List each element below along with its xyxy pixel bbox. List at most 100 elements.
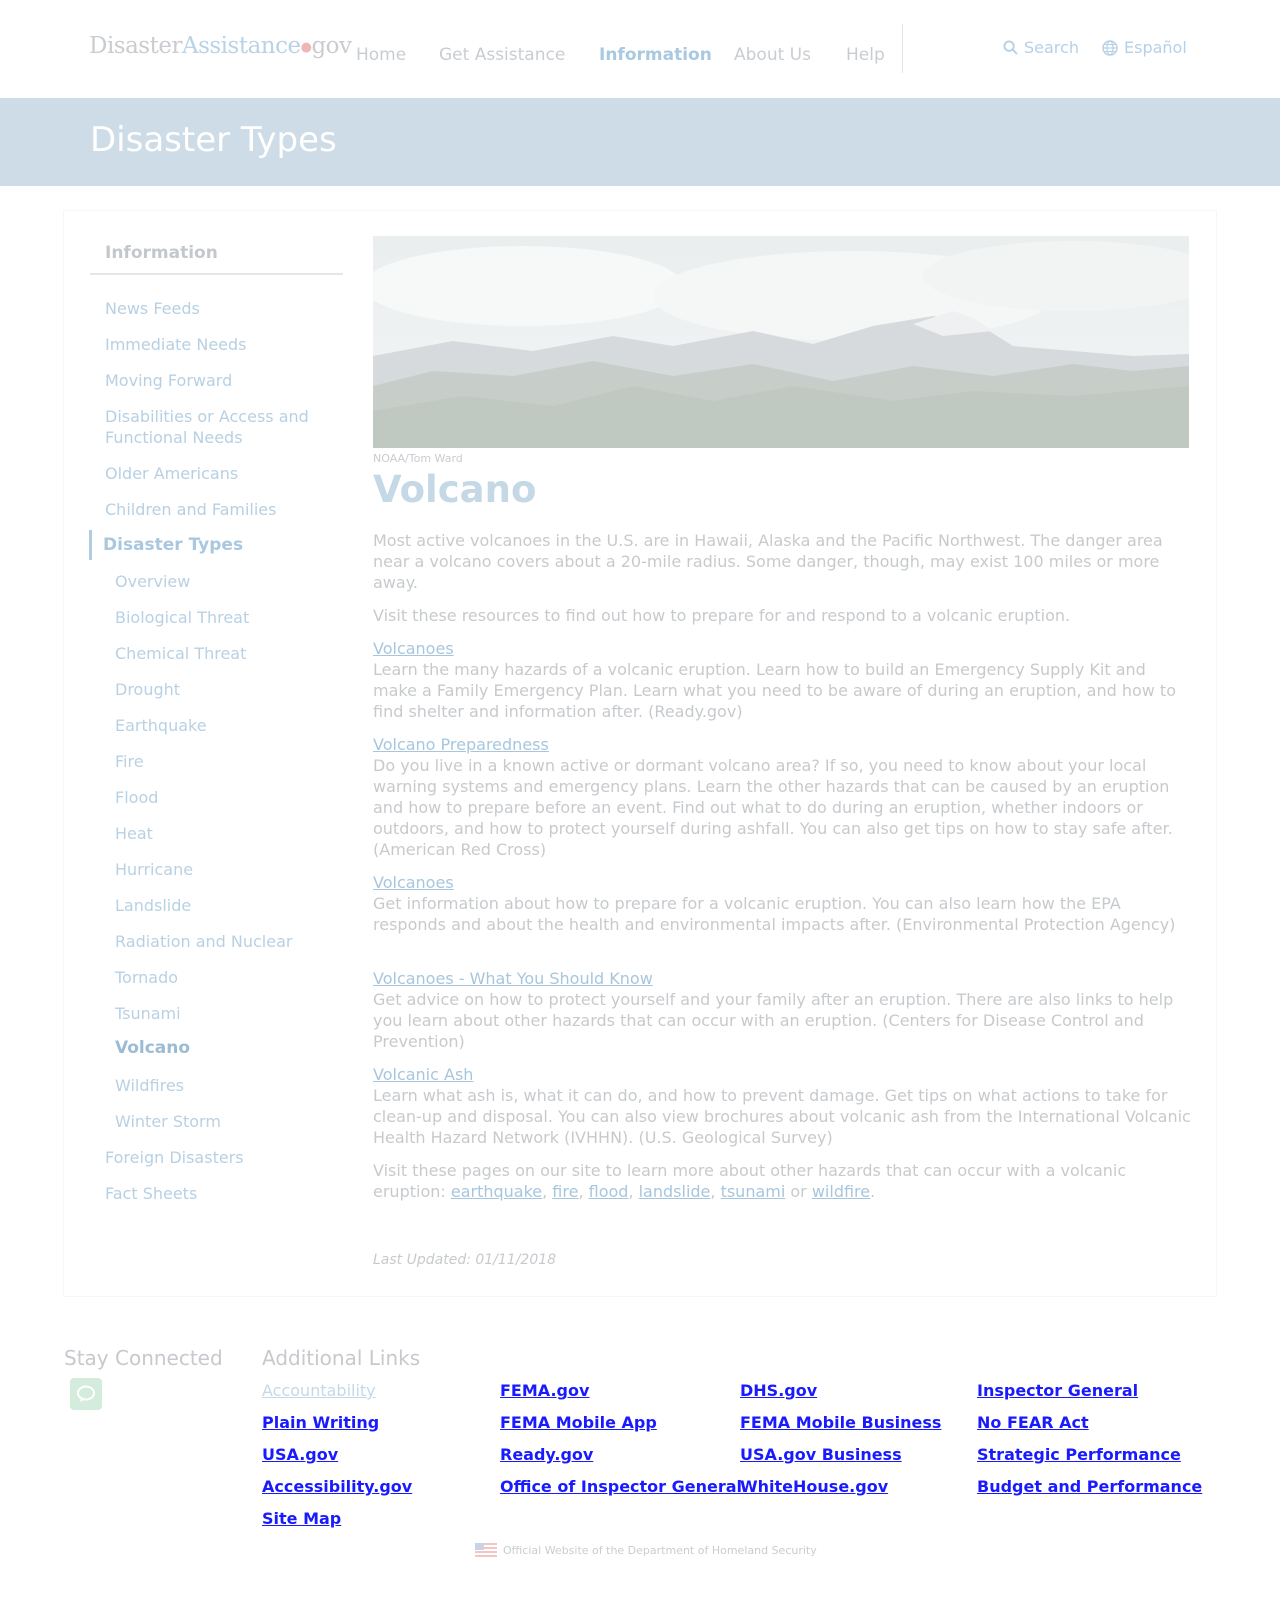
footer-link-office-inspector-general[interactable]: Office of Inspector General <box>500 1477 742 1496</box>
page-title: Disaster Types <box>90 120 337 160</box>
sidebar-item-disaster-types[interactable]: Disaster Types <box>103 535 333 556</box>
separator: , <box>628 1182 639 1201</box>
last-updated: Last Updated: 01/11/2018 <box>373 1252 557 1268</box>
hero-image <box>373 236 1189 448</box>
sidebar-item-immediate-needs[interactable]: Immediate Needs <box>105 334 335 355</box>
resource-link-volcanic-ash[interactable]: Volcanic Ash <box>373 1065 473 1084</box>
logo-text-gov: gov <box>311 33 352 59</box>
footer-link-fema-gov[interactable]: FEMA.gov <box>500 1381 589 1400</box>
official-website-notice: Official Website of the Department of Ho… <box>475 1543 817 1557</box>
sidebar-item-news-feeds[interactable]: News Feeds <box>105 298 335 319</box>
sidebar-active-indicator <box>89 530 92 560</box>
logo-text-disaster: Disaster <box>89 33 182 59</box>
sidebar-item-disabilities[interactable]: Disabilities or Access and Functional Ne… <box>105 406 330 448</box>
us-flag-icon <box>475 1543 497 1557</box>
page-banner: Disaster Types <box>0 98 1280 186</box>
sidebar-subitem-volcano[interactable]: Volcano <box>115 1038 345 1059</box>
resource-item: Volcanoes Learn the many hazards of a vo… <box>373 638 1193 722</box>
footer-link-inspector-general[interactable]: Inspector General <box>977 1381 1138 1400</box>
language-toggle[interactable]: Español <box>1102 38 1187 57</box>
nav-home[interactable]: Home <box>356 45 406 65</box>
search-label: Search <box>1024 38 1079 57</box>
footer-link-usa-gov-business[interactable]: USA.gov Business <box>740 1445 902 1464</box>
resource-description: Learn what ash is, what it can do, and h… <box>373 1086 1191 1147</box>
resource-link-epa-volcanoes[interactable]: Volcanoes <box>373 873 454 892</box>
official-website-text: Official Website of the Department of Ho… <box>503 1543 817 1557</box>
site-logo[interactable]: DisasterAssistance●gov <box>89 33 352 59</box>
logo-text-assistance: Assistance <box>181 33 301 59</box>
logo-dot: ● <box>300 40 312 55</box>
intro-paragraph: Most active volcanoes in the U.S. are in… <box>373 531 1163 592</box>
link-earthquake[interactable]: earthquake <box>451 1182 542 1201</box>
sidebar-subitem-flood[interactable]: Flood <box>115 787 345 808</box>
footer-link-strategic-performance[interactable]: Strategic Performance <box>977 1445 1181 1464</box>
nav-help[interactable]: Help <box>846 45 885 65</box>
footer-link-fema-mobile-app[interactable]: FEMA Mobile App <box>500 1413 657 1432</box>
closing-paragraph: Visit these pages on our site to learn m… <box>373 1160 1193 1202</box>
nav-get-assistance[interactable]: Get Assistance <box>439 45 565 65</box>
sidebar-subitem-earthquake[interactable]: Earthquake <box>115 715 345 736</box>
article-title: Volcano <box>373 468 537 511</box>
period: . <box>870 1182 876 1201</box>
link-wildfire[interactable]: wildfire <box>812 1182 870 1201</box>
sidebar-item-children-families[interactable]: Children and Families <box>105 499 335 520</box>
sidebar-divider <box>90 273 343 275</box>
search-icon <box>1003 40 1018 55</box>
footer-link-whitehouse-gov[interactable]: WhiteHouse.gov <box>740 1477 888 1496</box>
sidebar-subitem-radiation-nuclear[interactable]: Radiation and Nuclear <box>115 931 345 952</box>
link-fire[interactable]: fire <box>552 1182 578 1201</box>
sidebar-subitem-hurricane[interactable]: Hurricane <box>115 859 345 880</box>
footer-link-no-fear-act[interactable]: No FEAR Act <box>977 1413 1089 1432</box>
resource-description: Get information about how to prepare for… <box>373 894 1176 934</box>
visit-paragraph: Visit these resources to find out how to… <box>373 606 1071 625</box>
sidebar-subitem-tsunami[interactable]: Tsunami <box>115 1003 345 1024</box>
nav-information[interactable]: Information <box>599 45 712 65</box>
resource-link-volcano-preparedness[interactable]: Volcano Preparedness <box>373 735 549 754</box>
footer-link-ready-gov[interactable]: Ready.gov <box>500 1445 593 1464</box>
sidebar-item-fact-sheets[interactable]: Fact Sheets <box>105 1183 335 1204</box>
chat-icon[interactable] <box>70 1378 102 1410</box>
footer-link-budget-performance[interactable]: Budget and Performance <box>977 1477 1202 1496</box>
resource-description: Get advice on how to protect yourself an… <box>373 990 1174 1051</box>
sidebar-subitem-wildfires[interactable]: Wildfires <box>115 1075 345 1096</box>
sidebar-item-older-americans[interactable]: Older Americans <box>105 463 335 484</box>
link-landslide[interactable]: landslide <box>639 1182 711 1201</box>
volcano-mountain-image <box>373 236 1189 448</box>
link-tsunami[interactable]: tsunami <box>721 1182 786 1201</box>
footer-link-plain-writing[interactable]: Plain Writing <box>262 1413 379 1432</box>
footer-link-usa-gov[interactable]: USA.gov <box>262 1445 338 1464</box>
sidebar-item-foreign-disasters[interactable]: Foreign Disasters <box>105 1147 335 1168</box>
resource-description: Learn the many hazards of a volcanic eru… <box>373 660 1176 721</box>
sidebar-subitem-heat[interactable]: Heat <box>115 823 345 844</box>
sidebar-title: Information <box>105 243 218 263</box>
site-header: DisasterAssistance●gov Home Get Assistan… <box>0 0 1280 98</box>
sidebar-subitem-chemical-threat[interactable]: Chemical Threat <box>115 643 345 664</box>
nav-about-us[interactable]: About Us <box>734 45 811 65</box>
stay-connected-heading: Stay Connected <box>64 1346 223 1370</box>
separator: , <box>542 1182 553 1201</box>
sidebar-subitem-drought[interactable]: Drought <box>115 679 345 700</box>
resource-item: Volcanic Ash Learn what ash is, what it … <box>373 1064 1193 1148</box>
additional-links-heading: Additional Links <box>262 1346 421 1370</box>
footer-link-accountability[interactable]: Accountability <box>262 1381 376 1400</box>
footer-link-site-map[interactable]: Site Map <box>262 1509 341 1528</box>
globe-icon <box>1102 39 1118 56</box>
footer-link-fema-mobile-business[interactable]: FEMA Mobile Business <box>740 1413 941 1432</box>
link-flood[interactable]: flood <box>589 1182 629 1201</box>
resource-item: Volcano Preparedness Do you live in a kn… <box>373 734 1193 860</box>
sidebar-subitem-overview[interactable]: Overview <box>115 571 345 592</box>
resource-link-ready-volcanoes[interactable]: Volcanoes <box>373 639 454 658</box>
separator: , <box>710 1182 721 1201</box>
sidebar-item-moving-forward[interactable]: Moving Forward <box>105 370 335 391</box>
sidebar-subitem-landslide[interactable]: Landslide <box>115 895 345 916</box>
resource-link-cdc-volcanoes[interactable]: Volcanoes - What You Should Know <box>373 969 653 988</box>
sidebar-subitem-fire[interactable]: Fire <box>115 751 345 772</box>
search-link[interactable]: Search <box>1003 38 1079 57</box>
sidebar-subitem-winter-storm[interactable]: Winter Storm <box>115 1111 345 1132</box>
sidebar-subitem-tornado[interactable]: Tornado <box>115 967 345 988</box>
footer-link-accessibility-gov[interactable]: Accessibility.gov <box>262 1477 412 1496</box>
footer-link-dhs-gov[interactable]: DHS.gov <box>740 1381 817 1400</box>
separator: or <box>785 1182 812 1201</box>
resource-description: Do you live in a known active or dormant… <box>373 756 1173 859</box>
sidebar-subitem-biological-threat[interactable]: Biological Threat <box>115 607 345 628</box>
